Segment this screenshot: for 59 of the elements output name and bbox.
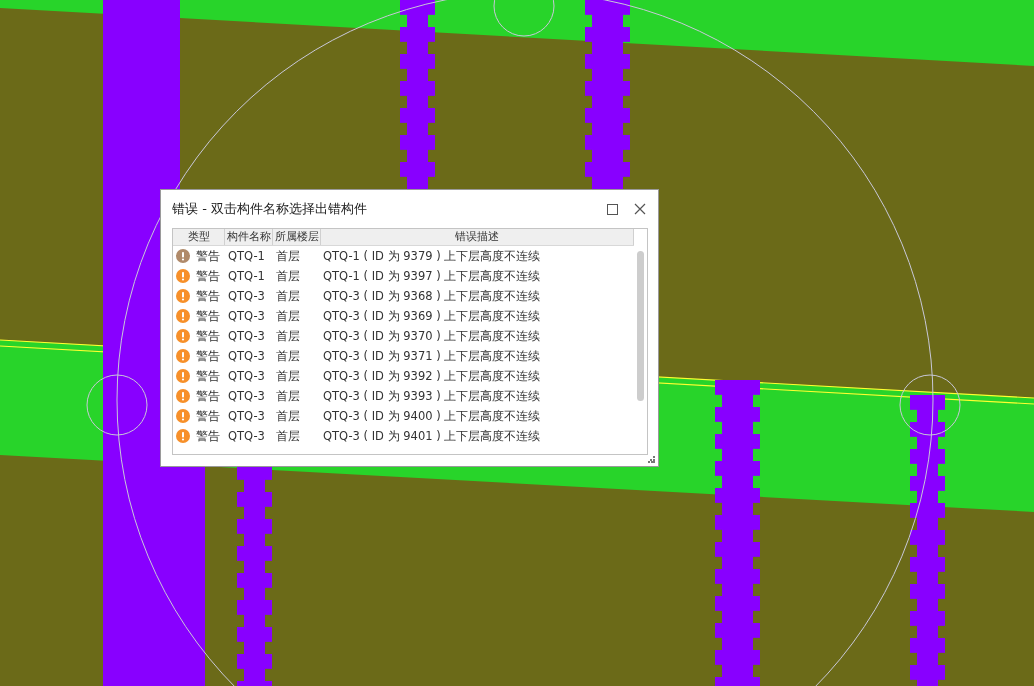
component-name: QTQ-3 [228, 389, 265, 403]
floor-text: 首层 [276, 348, 300, 364]
type-text: 警告 [196, 388, 220, 404]
floor-text: 首层 [276, 328, 300, 344]
type-text: 警告 [196, 308, 220, 324]
column-header[interactable]: 错误描述 [321, 229, 634, 245]
error-description: QTQ-3 ( ID 为 9401 ) 上下层高度不连续 [323, 428, 541, 444]
component-name: QTQ-3 [228, 369, 265, 383]
error-description: QTQ-3 ( ID 为 9368 ) 上下层高度不连续 [323, 288, 541, 304]
floor-text: 首层 [276, 268, 300, 284]
type-text: 警告 [196, 348, 220, 364]
error-description: QTQ-3 ( ID 为 9393 ) 上下层高度不连续 [323, 388, 541, 404]
type-text: 警告 [196, 408, 220, 424]
maximize-icon[interactable] [607, 203, 618, 215]
type-text: 警告 [196, 368, 220, 384]
floor-text: 首层 [276, 288, 300, 304]
error-row[interactable]: 警告 QTQ-3 首层 QTQ-3 ( ID 为 9369 ) 上下层高度不连续 [173, 306, 634, 326]
floor-text: 首层 [276, 388, 300, 404]
type-text: 警告 [196, 288, 220, 304]
component-name: QTQ-3 [228, 429, 265, 443]
error-description: QTQ-3 ( ID 为 9400 ) 上下层高度不连续 [323, 408, 541, 424]
floor-text: 首层 [276, 408, 300, 424]
window-title: 错误 - 双击构件名称选择出错构件 [172, 200, 368, 218]
resize-grip-icon[interactable] [648, 456, 655, 463]
component-name: QTQ-3 [228, 289, 265, 303]
column-header[interactable]: 构件名称 [225, 229, 273, 245]
component-name: QTQ-3 [228, 329, 265, 343]
error-description: QTQ-3 ( ID 为 9371 ) 上下层高度不连续 [323, 348, 541, 364]
floor-text: 首层 [276, 368, 300, 384]
error-description: QTQ-1 ( ID 为 9379 ) 上下层高度不连续 [323, 248, 541, 264]
floor-text: 首层 [276, 248, 300, 264]
error-description: QTQ-3 ( ID 为 9369 ) 上下层高度不连续 [323, 308, 541, 324]
error-row[interactable]: 警告 QTQ-1 首层 QTQ-1 ( ID 为 9397 ) 上下层高度不连续 [173, 266, 634, 286]
error-row[interactable]: 警告 QTQ-3 首层 QTQ-3 ( ID 为 9371 ) 上下层高度不连续 [173, 346, 634, 366]
error-row[interactable]: 警告 QTQ-3 首层 QTQ-3 ( ID 为 9392 ) 上下层高度不连续 [173, 366, 634, 386]
type-text: 警告 [196, 428, 220, 444]
error-description: QTQ-3 ( ID 为 9370 ) 上下层高度不连续 [323, 328, 541, 344]
type-text: 警告 [196, 268, 220, 284]
component-name: QTQ-1 [228, 269, 265, 283]
scrollbar-thumb[interactable] [637, 251, 644, 401]
component-name: QTQ-1 [228, 249, 265, 263]
component-name: QTQ-3 [228, 409, 265, 423]
error-description: QTQ-1 ( ID 为 9397 ) 上下层高度不连续 [323, 268, 541, 284]
component-name: QTQ-3 [228, 349, 265, 363]
type-text: 警告 [196, 328, 220, 344]
column-header[interactable]: 所属楼层 [273, 229, 321, 245]
column-header[interactable]: 类型 [173, 229, 225, 245]
error-row[interactable]: 警告 QTQ-3 首层 QTQ-3 ( ID 为 9370 ) 上下层高度不连续 [173, 326, 634, 346]
error-row[interactable]: 警告 QTQ-3 首层 QTQ-3 ( ID 为 9400 ) 上下层高度不连续 [173, 406, 634, 426]
error-description: QTQ-3 ( ID 为 9392 ) 上下层高度不连续 [323, 368, 541, 384]
close-icon[interactable] [634, 203, 646, 215]
component-name: QTQ-3 [228, 309, 265, 323]
floor-text: 首层 [276, 308, 300, 324]
type-text: 警告 [196, 248, 220, 264]
error-row[interactable]: 警告 QTQ-1 首层 QTQ-1 ( ID 为 9379 ) 上下层高度不连续 [173, 246, 634, 266]
error-row[interactable]: 警告 QTQ-3 首层 QTQ-3 ( ID 为 9393 ) 上下层高度不连续 [173, 386, 634, 406]
error-row[interactable]: 警告 QTQ-3 首层 QTQ-3 ( ID 为 9401 ) 上下层高度不连续 [173, 426, 634, 446]
floor-text: 首层 [276, 428, 300, 444]
error-row[interactable]: 警告 QTQ-3 首层 QTQ-3 ( ID 为 9368 ) 上下层高度不连续 [173, 286, 634, 306]
